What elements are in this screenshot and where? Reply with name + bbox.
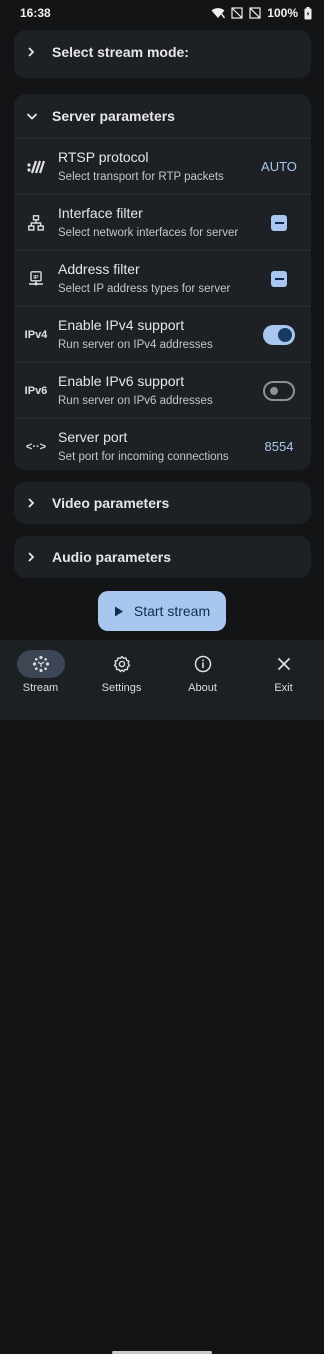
ipv4-row[interactable]: IPv4 Enable IPv4 support Run server on I…: [14, 306, 311, 362]
ipv6-row[interactable]: IPv6 Enable IPv6 support Run server on I…: [14, 362, 311, 418]
ipv4-title: Enable IPv4 support: [58, 317, 185, 333]
server-port-title: Server port: [58, 429, 128, 445]
server-parameters-card: Server parameters RTSP protocol Select t…: [14, 94, 311, 470]
address-filter-checkbox[interactable]: [271, 270, 287, 287]
nav-exit-label: Exit: [274, 682, 293, 694]
server-parameters-header[interactable]: Server parameters: [14, 94, 311, 138]
nav-stream-label: Stream: [22, 682, 59, 694]
close-icon: [260, 650, 308, 678]
rtsp-title: RTSP protocol: [58, 149, 149, 165]
video-parameters-card[interactable]: Video parameters: [14, 482, 311, 524]
audio-parameters-card[interactable]: Audio parameters: [14, 536, 311, 578]
chevron-right-icon: [26, 498, 52, 508]
video-parameters-label: Video parameters: [52, 495, 170, 511]
server-port-row[interactable]: <··> Server port Set port for incoming c…: [14, 418, 311, 474]
ipv4-icon: IPv4: [24, 328, 48, 341]
nav-exit[interactable]: Exit: [243, 640, 324, 720]
ipv6-title: Enable IPv6 support: [58, 373, 185, 389]
rtsp-value[interactable]: AUTO: [261, 159, 297, 174]
battery-icon: [304, 6, 312, 19]
address-filter-subtitle: Select IP address types for server: [58, 283, 231, 295]
nav-about[interactable]: About: [162, 640, 243, 720]
status-icons: 100%: [211, 6, 312, 20]
nav-about-label: About: [188, 682, 217, 694]
ipv4-subtitle: Run server on IPv4 addresses: [58, 339, 213, 351]
stream-icon: [16, 650, 65, 678]
nav-settings-label: Settings: [101, 682, 142, 694]
status-time: 16:38: [20, 6, 51, 20]
address-filter-title: Address filter: [58, 261, 140, 277]
interface-filter-row[interactable]: Interface filter Select network interfac…: [14, 194, 311, 250]
audio-parameters-header[interactable]: Audio parameters: [14, 536, 311, 578]
port-icon: <··>: [25, 440, 47, 453]
chevron-right-icon: [26, 552, 52, 562]
gear-icon: [98, 650, 146, 678]
ip-address-icon: IP: [14, 270, 58, 287]
status-bar: 16:38 100%: [0, 0, 324, 26]
start-stream-button[interactable]: Start stream: [98, 591, 226, 631]
svg-text:IP: IP: [33, 275, 39, 281]
battery-percent: 100%: [267, 6, 298, 20]
rtsp-subtitle: Select transport for RTP packets: [58, 171, 224, 183]
ipv6-icon: IPv6: [24, 384, 48, 397]
interface-filter-subtitle: Select network interfaces for server: [58, 227, 239, 239]
nav-stream[interactable]: Stream: [0, 640, 81, 720]
no-signal-icon: [231, 7, 243, 19]
video-parameters-header[interactable]: Video parameters: [14, 482, 311, 524]
server-parameters-label: Server parameters: [52, 108, 175, 124]
stream-mode-label: Select stream mode:: [52, 44, 189, 60]
network-icon: [14, 214, 58, 231]
interface-filter-checkbox[interactable]: [271, 214, 287, 231]
chevron-down-icon: [26, 111, 52, 121]
stream-mode-card[interactable]: Select stream mode:: [14, 30, 311, 78]
interface-filter-title: Interface filter: [58, 205, 143, 221]
rtsp-protocol-row[interactable]: RTSP protocol Select transport for RTP p…: [14, 138, 311, 194]
ipv6-subtitle: Run server on IPv6 addresses: [58, 395, 213, 407]
chevron-right-icon: [26, 47, 52, 57]
audio-parameters-label: Audio parameters: [52, 549, 172, 565]
rtsp-icon: [14, 160, 58, 174]
info-icon: [179, 650, 227, 678]
ipv4-toggle[interactable]: [263, 324, 295, 345]
start-stream-label: Start stream: [133, 603, 211, 619]
play-icon: [114, 606, 123, 616]
address-filter-row[interactable]: IP Address filter Select IP address type…: [14, 250, 311, 306]
bottom-navigation: Stream Settings About Exit: [0, 640, 324, 1354]
server-port-subtitle: Set port for incoming connections: [58, 451, 229, 463]
ipv6-toggle[interactable]: [263, 380, 295, 401]
stream-mode-header[interactable]: Select stream mode:: [14, 30, 311, 74]
wifi-icon: [211, 8, 226, 19]
server-port-value[interactable]: 8554: [265, 439, 294, 454]
no-signal-icon-2: [249, 7, 261, 19]
nav-settings[interactable]: Settings: [81, 640, 162, 720]
